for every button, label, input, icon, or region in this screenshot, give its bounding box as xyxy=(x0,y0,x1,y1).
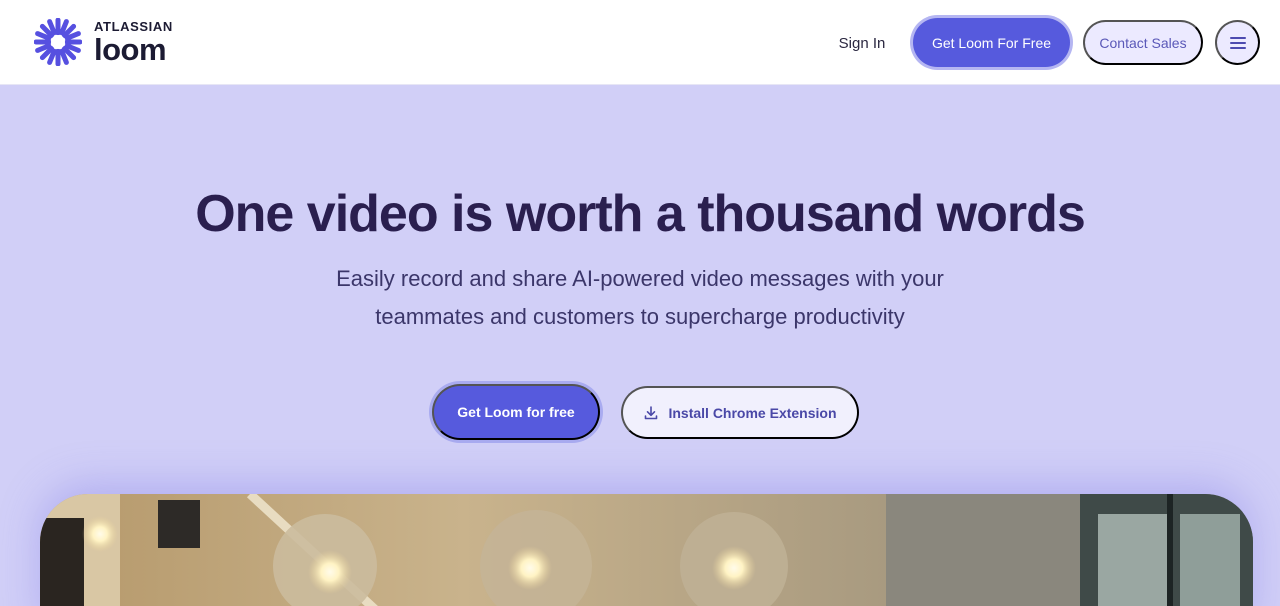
sign-in-link[interactable]: Sign In xyxy=(826,30,898,56)
site-header: ATLASSIAN loom Sign In Get Loom For Free… xyxy=(0,0,1280,85)
get-loom-for-free-button[interactable]: Get Loom for free xyxy=(432,384,600,440)
install-chrome-extension-label: Install Chrome Extension xyxy=(668,404,837,421)
hero-video-thumbnail xyxy=(40,494,1253,606)
loom-burst-icon xyxy=(34,18,82,66)
install-chrome-extension-button[interactable]: Install Chrome Extension xyxy=(621,386,859,439)
hero-subtitle-line-1: Easily record and share AI-powered video… xyxy=(336,266,944,291)
menu-button[interactable] xyxy=(1215,20,1260,65)
hero-title: One video is worth a thousand words xyxy=(195,185,1086,243)
contact-sales-button[interactable]: Contact Sales xyxy=(1083,20,1203,65)
get-loom-free-button[interactable]: Get Loom For Free xyxy=(913,18,1070,67)
hero-video[interactable] xyxy=(40,494,1253,606)
logo-company-name: ATLASSIAN xyxy=(94,18,173,34)
download-icon xyxy=(645,405,658,419)
logo-wordmark: ATLASSIAN loom xyxy=(94,20,173,65)
hero-subtitle-line-2: teammates and customers to supercharge p… xyxy=(375,304,905,329)
logo-product-name: loom xyxy=(94,31,167,67)
hamburger-menu-icon xyxy=(1229,36,1246,49)
atlassian-loom-logo[interactable]: ATLASSIAN loom xyxy=(34,18,173,66)
hero-subtitle: Easily record and share AI-powered video… xyxy=(290,260,990,336)
